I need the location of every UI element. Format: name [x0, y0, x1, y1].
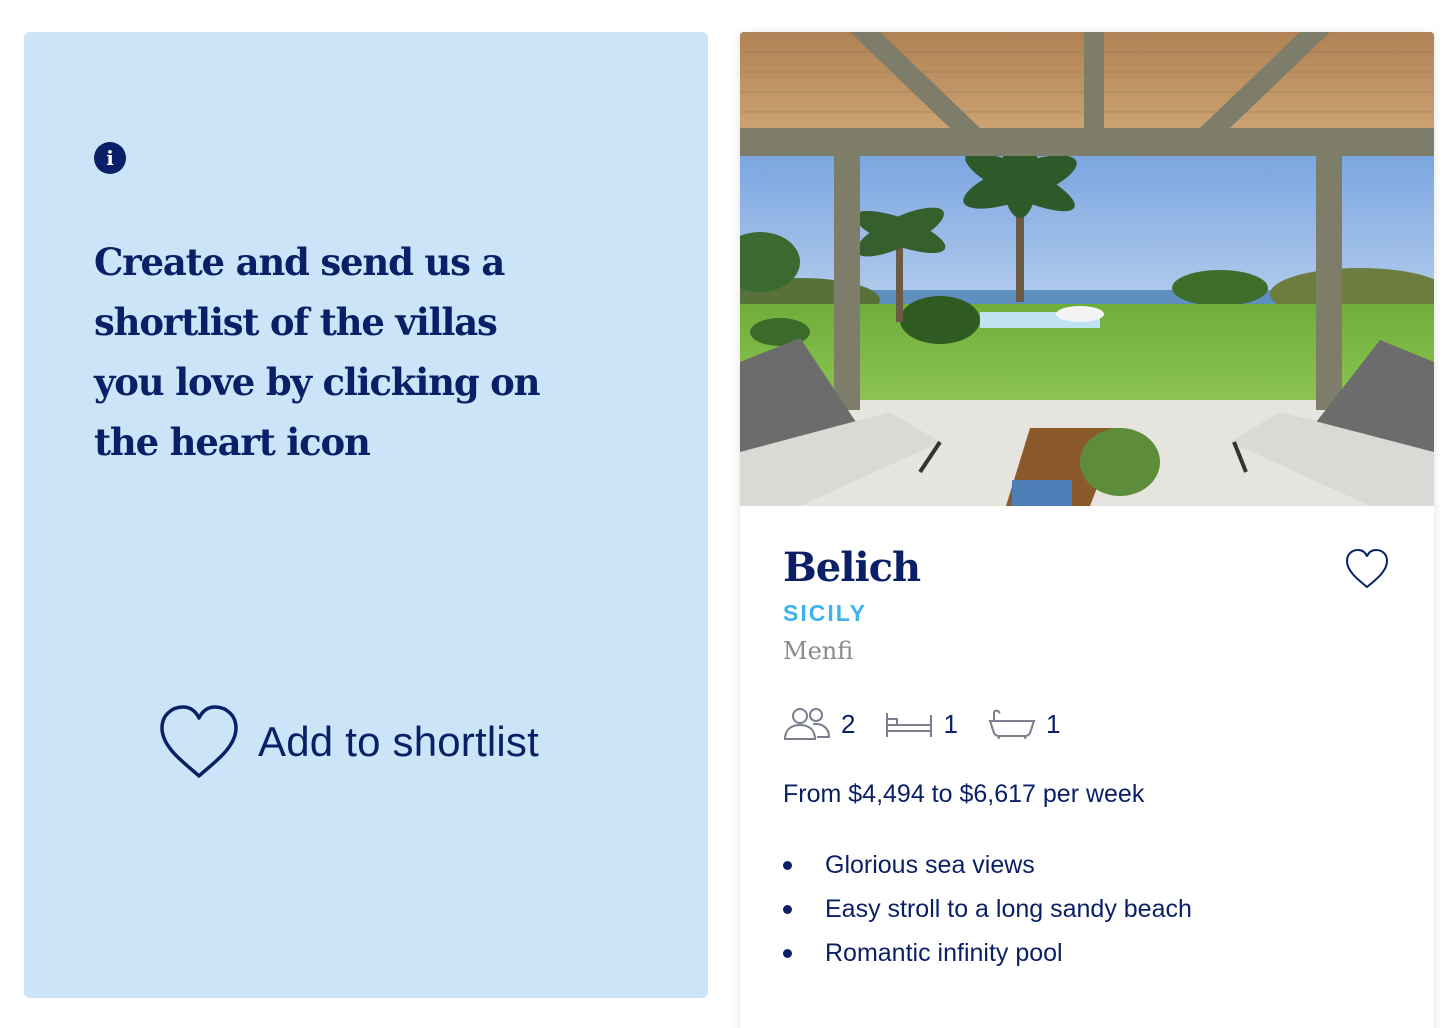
add-to-shortlist-example: Add to shortlist: [156, 702, 539, 782]
feature-text: Easy stroll to a long sandy beach: [825, 895, 1192, 923]
bed-icon: [886, 713, 933, 737]
villa-card[interactable]: Belich SICILY Menfi 2 1 1 From $4,494 to…: [740, 32, 1434, 1028]
heart-outline-icon: [160, 705, 238, 778]
feature-list: Glorious sea views Easy stroll to a long…: [783, 846, 1192, 978]
add-to-shortlist-label: Add to shortlist: [258, 718, 539, 765]
list-item: Easy stroll to a long sandy beach: [783, 890, 1192, 934]
guests-icon: [783, 708, 831, 740]
feature-text: Romantic infinity pool: [825, 939, 1063, 967]
guests-count: 2: [841, 708, 856, 739]
shortlist-info-panel: i Create and send us a shortlist of the …: [24, 32, 708, 998]
bullet: [783, 949, 792, 958]
feature-text: Glorious sea views: [825, 851, 1035, 879]
villa-region: SICILY: [783, 600, 868, 626]
villa-name[interactable]: Belich: [783, 544, 921, 591]
bedrooms-count: 1: [943, 708, 958, 739]
villa-photo: [740, 32, 1434, 506]
list-item: Romantic infinity pool: [783, 934, 1192, 978]
guests-amenity: 2: [783, 707, 855, 741]
bath-icon: [988, 709, 1036, 739]
bathrooms-count: 1: [1045, 708, 1061, 739]
info-icon: i: [94, 142, 126, 174]
list-item: Glorious sea views: [783, 846, 1192, 890]
price-range: From $4,494 to $6,617 per week: [783, 780, 1145, 808]
bathrooms-amenity: 1: [988, 709, 1060, 740]
bedrooms-amenity: 1: [885, 708, 958, 740]
add-to-shortlist-button[interactable]: [1344, 548, 1390, 590]
bullet: [783, 905, 792, 914]
bullet: [783, 861, 792, 870]
villa-town: Menfi: [783, 637, 854, 665]
amenities-row: 2 1 1: [783, 704, 1090, 744]
shortlist-instructions: Create and send us a shortlist of the vi…: [94, 240, 541, 464]
heart-outline-icon: [1346, 549, 1388, 588]
